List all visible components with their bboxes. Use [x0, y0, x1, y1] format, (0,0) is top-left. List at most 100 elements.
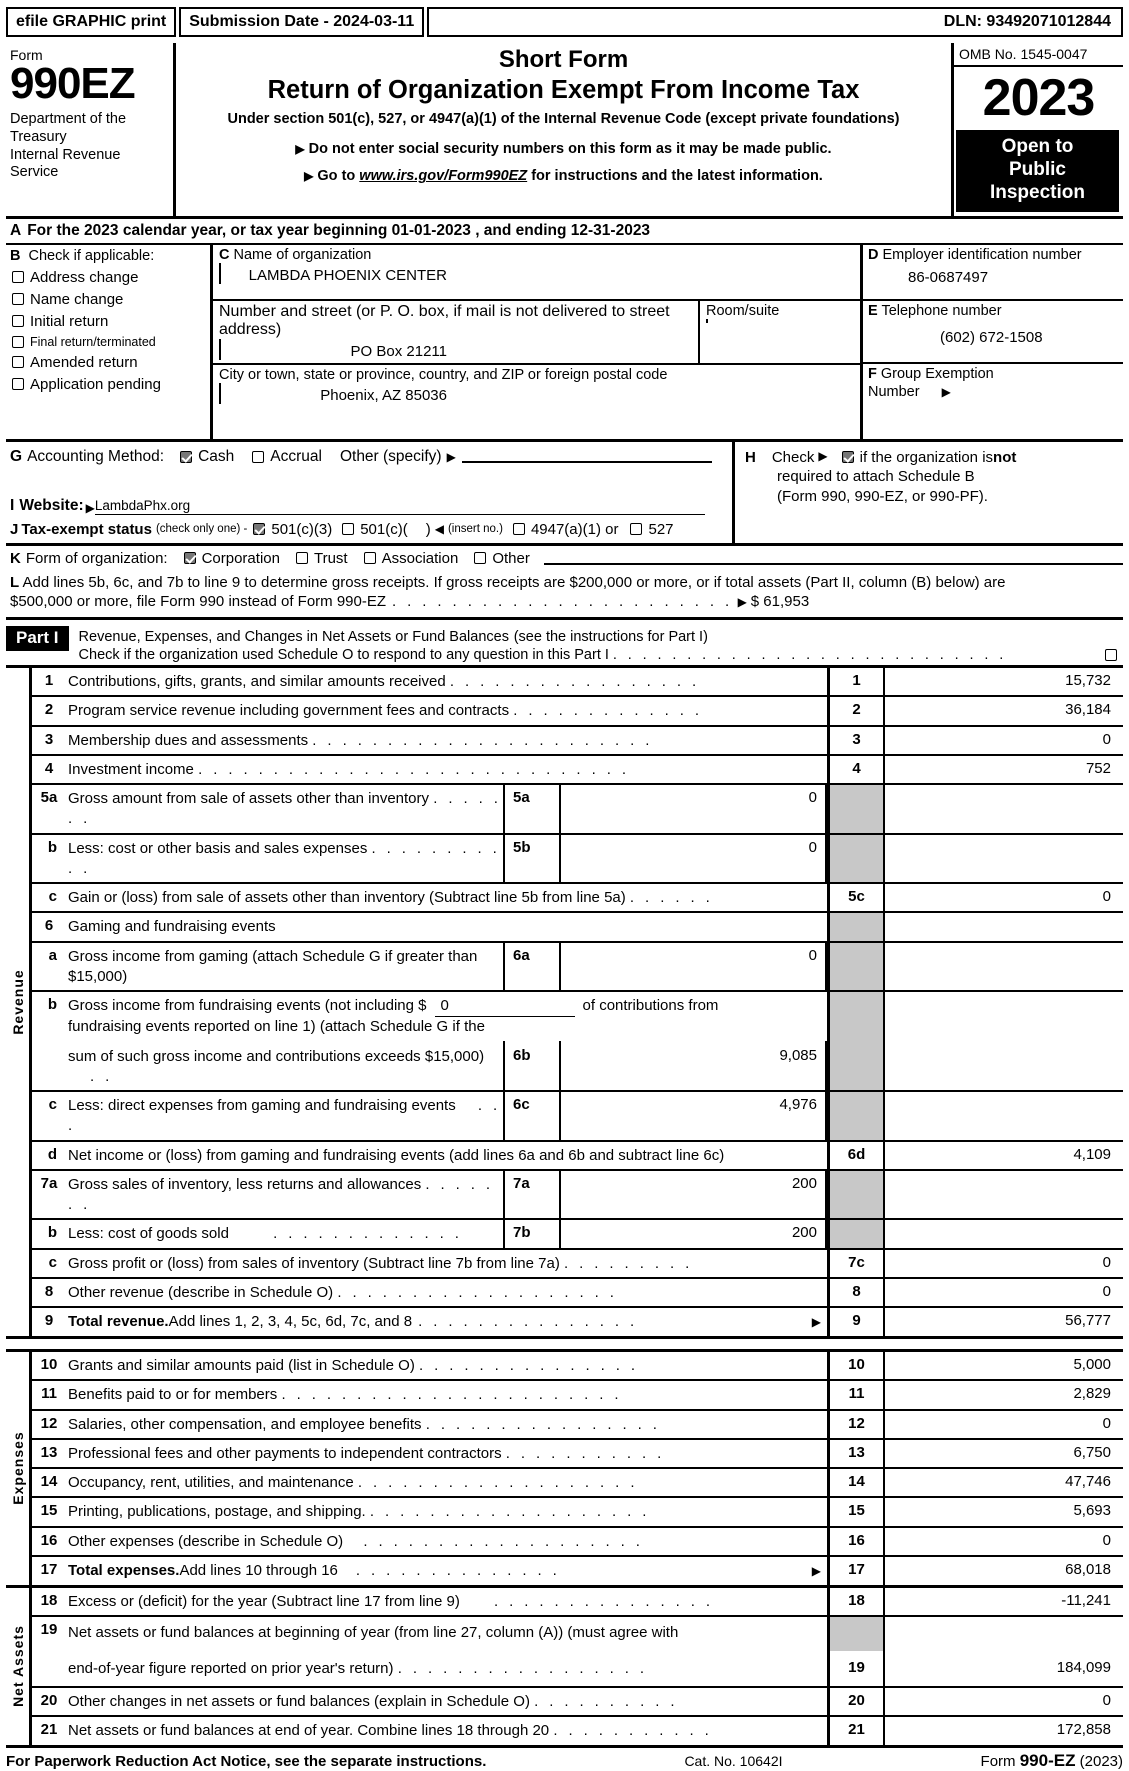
group-exemption-number-label: Number: [868, 383, 920, 400]
leader-dots: . . . . . . . . . . . . . . . . . . . . …: [392, 593, 733, 611]
open-line-3: Inspection: [989, 182, 1085, 204]
row-value[interactable]: 68,018: [883, 1556, 1123, 1585]
line-a-tax-year: A For the 2023 calendar year, or tax year…: [6, 219, 1123, 245]
checkbox-icon[interactable]: [12, 315, 24, 328]
table-row: 8 Other revenue (describe in Schedule O)…: [32, 1278, 1123, 1309]
checkbox-icon[interactable]: [12, 356, 24, 369]
row-value[interactable]: 36,184: [883, 697, 1123, 725]
checkbox-amended-return[interactable]: Amended return: [12, 354, 210, 371]
row-code: 4: [827, 755, 883, 784]
revenue-vertical-label: Revenue: [6, 668, 32, 1337]
row-value[interactable]: 0: [883, 1410, 1123, 1438]
row-value[interactable]: 47,746: [883, 1469, 1123, 1497]
row-value[interactable]: 4,109: [883, 1141, 1123, 1169]
checkbox-501c3-icon[interactable]: [253, 523, 266, 536]
row-number: 7a: [40, 1174, 58, 1192]
triangle-bullet-icon: ▶: [85, 500, 95, 515]
checkbox-4947a1-icon[interactable]: [512, 523, 525, 536]
row-value[interactable]: 0: [883, 726, 1123, 754]
checkbox-501c-icon[interactable]: [342, 523, 355, 536]
checkbox-icon[interactable]: [12, 293, 24, 306]
row-value[interactable]: 2,829: [883, 1381, 1123, 1409]
checkbox-schedule-b-icon[interactable]: [841, 451, 854, 464]
row-number: 4: [44, 759, 54, 777]
org-name-value[interactable]: LAMBDA PHOENIX CENTER: [219, 262, 459, 284]
row-mid-value[interactable]: 0: [559, 834, 827, 883]
triangle-bullet-icon: ▶: [446, 449, 456, 464]
row-value[interactable]: 6,750: [883, 1439, 1123, 1468]
checkbox-527-icon[interactable]: [630, 523, 643, 536]
row-mid-value[interactable]: 4,976: [559, 1092, 827, 1140]
row-value[interactable]: 172,858: [883, 1716, 1123, 1745]
checkbox-accrual-icon[interactable]: [252, 450, 265, 463]
row-description: Net assets or fund balances at beginning…: [68, 1624, 679, 1642]
checkbox-corporation-icon[interactable]: [183, 552, 196, 565]
other-specify-input[interactable]: [461, 450, 712, 464]
row-description: Investment income . . . . . . . . . . . …: [66, 756, 827, 783]
checkbox-association-icon[interactable]: [363, 552, 376, 565]
checkbox-cash-icon[interactable]: [180, 450, 193, 463]
row-value[interactable]: 15,732: [883, 668, 1123, 696]
row-value[interactable]: 184,099: [883, 1651, 1123, 1686]
gross-receipts-amount: $ 61,953: [750, 593, 810, 611]
checkbox-final-return-terminated[interactable]: Final return/terminated: [12, 335, 210, 349]
part-i-title-block: Revenue, Expenses, and Changes in Net As…: [79, 626, 1123, 663]
checkbox-icon[interactable]: [12, 271, 24, 284]
section-g-i-j-area: G Accounting Method: Cash Accrual Other …: [6, 441, 735, 543]
leader-dots: . . . . . . . . . . . . . . .: [419, 1357, 639, 1375]
row-value[interactable]: 0: [883, 1249, 1123, 1277]
table-row: 6 Gaming and fundraising events: [32, 913, 1123, 943]
row-value[interactable]: -11,241: [883, 1587, 1123, 1616]
checkbox-application-pending[interactable]: Application pending: [12, 376, 210, 393]
opt-527-label: 527: [648, 520, 674, 538]
irs-form990ez-link[interactable]: www.irs.gov/Form990EZ: [359, 168, 527, 184]
row-value[interactable]: 5,693: [883, 1498, 1123, 1526]
checkbox-other-icon[interactable]: [474, 552, 487, 565]
checkbox-schedule-o-icon[interactable]: [1105, 649, 1117, 662]
row-description-text: Professional fees and other payments to …: [68, 1444, 502, 1462]
efile-graphic-print-label: efile GRAPHIC print: [6, 7, 177, 37]
row-mid-value[interactable]: 9,085: [559, 1040, 827, 1091]
row-mid-value[interactable]: 0: [559, 942, 827, 991]
row-value[interactable]: 0: [883, 1527, 1123, 1555]
department-label: Department of the Treasury Internal Revenu…: [10, 111, 127, 181]
checkbox-initial-return[interactable]: Initial return: [12, 313, 210, 330]
part-i-title-text: Revenue, Expenses, and Changes in Net As…: [78, 629, 509, 646]
submission-date-label: Submission Date - 2024-03-11: [179, 7, 425, 37]
checkbox-icon[interactable]: [12, 378, 24, 391]
row-value[interactable]: 5,000: [883, 1352, 1123, 1380]
paperwork-notice: For Paperwork Reduction Act Notice, see …: [6, 1752, 487, 1770]
checkbox-address-change[interactable]: Address change: [12, 269, 210, 286]
row-value[interactable]: 0: [883, 1278, 1123, 1307]
ein-value[interactable]: 86-0687497: [868, 269, 1123, 286]
row-value[interactable]: 56,777: [883, 1308, 1123, 1337]
row-code: 1: [827, 668, 883, 696]
gross-receipts-text-2: $500,000 or more, file Form 990 instead …: [10, 593, 387, 611]
org-street-value[interactable]: PO Box 21211: [219, 338, 459, 360]
checkbox-trust-icon[interactable]: [295, 552, 308, 565]
row-code: 15: [827, 1498, 883, 1526]
table-row: 11 Benefits paid to or for members . . .…: [32, 1381, 1123, 1411]
other-org-input[interactable]: [543, 552, 1123, 565]
row-value[interactable]: 752: [883, 755, 1123, 784]
line6b-inline-value[interactable]: 0: [434, 996, 575, 1018]
row-description: Less: cost or other basis and sales expe…: [66, 835, 503, 883]
org-street-row: Number and street (or P. O. box, if mail…: [213, 300, 860, 365]
goto-url-line: ▶ Go to www.irs.gov/Form990EZ for instru…: [182, 168, 945, 184]
checkbox-name-change[interactable]: Name change: [12, 291, 210, 308]
leader-dots: . . . . . . . . . . . . .: [273, 1225, 463, 1243]
telephone-label: Telephone number: [881, 302, 1002, 319]
row-mid-value[interactable]: 0: [559, 785, 827, 833]
row-mid-value[interactable]: 200: [559, 1170, 827, 1219]
org-city-value[interactable]: Phoenix, AZ 85036: [219, 382, 459, 404]
website-value[interactable]: LambdaPhx.org: [94, 498, 705, 515]
row-value[interactable]: 0: [883, 1687, 1123, 1715]
section-l-letter: L: [10, 573, 20, 591]
row-value[interactable]: 0: [883, 884, 1123, 912]
checkbox-icon[interactable]: [12, 335, 24, 348]
org-city-label: City or town, state or province, country…: [219, 366, 668, 383]
gray-spacer: [827, 785, 883, 833]
row-mid-value[interactable]: 200: [559, 1220, 827, 1248]
telephone-value[interactable]: (602) 672-1508: [868, 329, 1123, 346]
